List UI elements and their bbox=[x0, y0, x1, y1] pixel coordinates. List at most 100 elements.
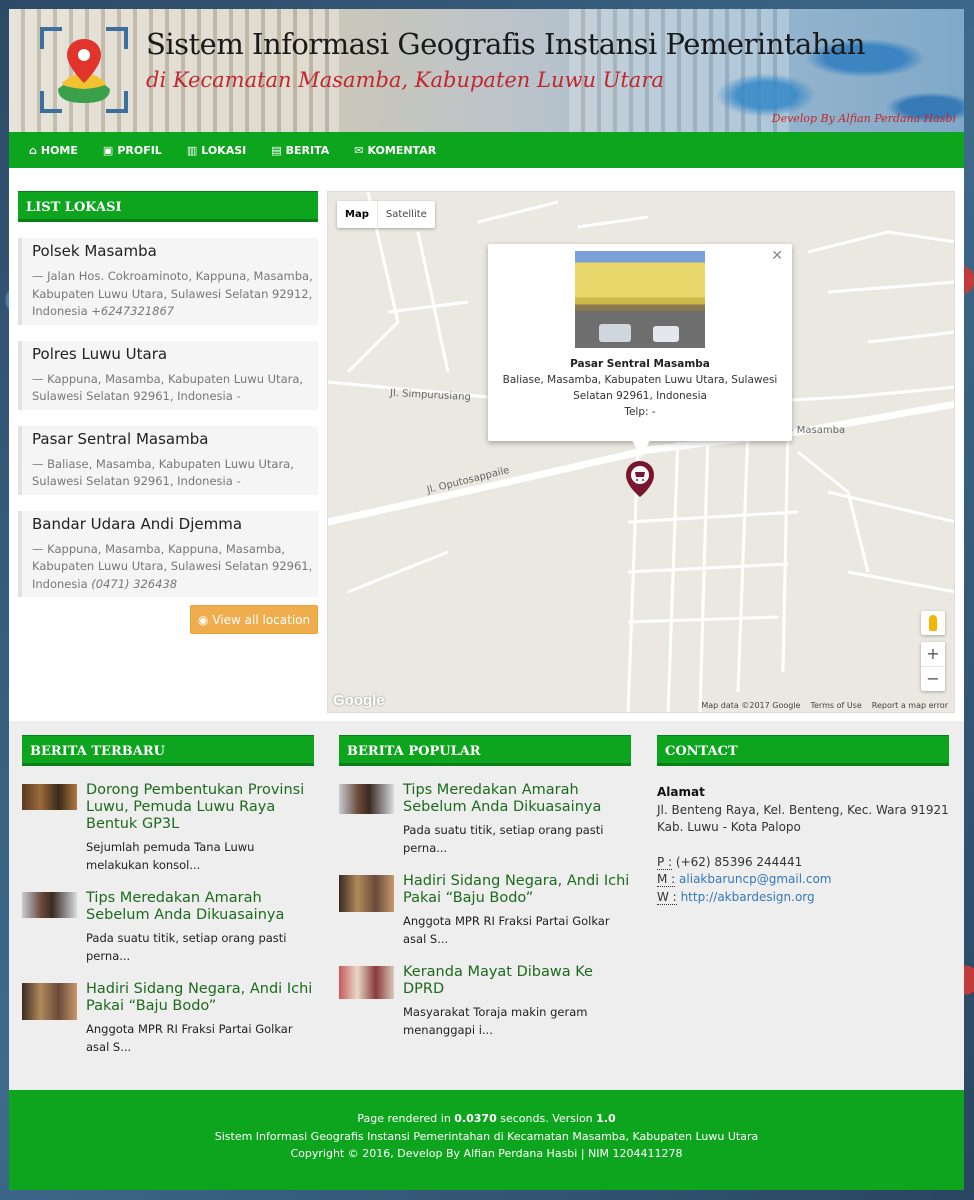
info-phone: Telp: - bbox=[624, 406, 656, 418]
street-view-pegman-icon[interactable] bbox=[921, 611, 945, 635]
footer-site-name: Sistem Informasi Geografis Instansi Peme… bbox=[214, 1129, 759, 1143]
site-title: Sistem Informasi Geografis Instansi Peme… bbox=[146, 27, 865, 61]
news-title[interactable]: Hadiri Sidang Negara, Andi Ichi Pakai “B… bbox=[403, 873, 631, 907]
web-row: W : http://akbardesign.org bbox=[657, 889, 949, 907]
terms-link[interactable]: Terms of Use bbox=[810, 701, 861, 710]
news-excerpt: Pada suatu titik, setiap orang pasti per… bbox=[403, 823, 604, 855]
nav-berita[interactable]: ▤ BERITA bbox=[271, 144, 329, 157]
info-address: Baliase, Masamba, Kabupaten Luwu Utara, … bbox=[502, 374, 778, 402]
google-logo[interactable]: Google bbox=[333, 692, 385, 709]
location-phone: +6247321867 bbox=[91, 304, 175, 318]
map-type-control: Map Satellite bbox=[337, 201, 435, 228]
location-address: — Kappuna, Masamba, Kappuna, Masamba, Ka… bbox=[32, 541, 313, 591]
location-list-heading: LIST LOKASI bbox=[18, 191, 318, 222]
map-icon: ▥ bbox=[186, 143, 198, 157]
news-thumbnail[interactable] bbox=[339, 784, 394, 814]
phone-label: P : bbox=[657, 854, 673, 870]
news-title[interactable]: Tips Meredakan Amarah Sebelum Anda Dikua… bbox=[86, 890, 314, 924]
email-link[interactable]: aliakbaruncp@gmail.com bbox=[679, 872, 831, 886]
site-header: Sistem Informasi Geografis Instansi Peme… bbox=[9, 9, 964, 132]
eye-icon: ◉ bbox=[197, 612, 209, 627]
news-title[interactable]: Keranda Mayat Dibawa Ke DPRD bbox=[403, 964, 631, 998]
location-name[interactable]: Bandar Udara Andi Djemma bbox=[32, 513, 318, 535]
zoom-control: + − bbox=[921, 642, 945, 691]
google-map[interactable]: Jl. Simpurusiang Jl. Oputosappaile - Mas… bbox=[327, 191, 955, 713]
report-error-link[interactable]: Report a map error bbox=[872, 701, 948, 710]
location-address: — Kappuna, Masamba, Kabupaten Luwu Utara… bbox=[32, 371, 304, 404]
popular-news: BERITA POPULAR Tips Meredakan Amarah Seb… bbox=[339, 735, 631, 1039]
briefcase-icon: ▣ bbox=[102, 143, 114, 157]
render-info: Page rendered in 0.0370 seconds. Version… bbox=[357, 1112, 616, 1125]
location-photo bbox=[575, 251, 705, 348]
developer-credit: Develop By Alfian Perdana Hasbi bbox=[771, 112, 956, 125]
footer-copyright: Copyright © 2016, Develop By Alfian Perd… bbox=[290, 1147, 683, 1160]
latest-news: BERITA TERBARU Dorong Pembentukan Provin… bbox=[22, 735, 314, 1056]
news-item[interactable]: Dorong Pembentukan Provinsi Luwu, Pemuda… bbox=[22, 782, 314, 874]
view-all-label: View all location bbox=[212, 612, 311, 627]
web-label: W : bbox=[657, 889, 677, 905]
news-excerpt: Sejumlah pemuda Tana Luwu melakukan kons… bbox=[86, 840, 255, 872]
nav-profil[interactable]: ▣ PROFIL bbox=[103, 144, 162, 157]
location-item[interactable]: Polres Luwu Utara — Kappuna, Masamba, Ka… bbox=[18, 340, 318, 410]
location-item[interactable]: Bandar Udara Andi Djemma — Kappuna, Masa… bbox=[18, 510, 318, 597]
place-label: - Masamba bbox=[790, 425, 846, 436]
nav-profil-label: PROFIL bbox=[117, 143, 162, 157]
location-phone: - bbox=[236, 474, 241, 488]
nav-lokasi[interactable]: ▥ LOKASI bbox=[187, 144, 246, 157]
location-phone: - bbox=[236, 389, 241, 403]
home-icon: ⌂ bbox=[29, 143, 37, 157]
nav-lokasi-label: LOKASI bbox=[201, 143, 247, 157]
nav-home[interactable]: ⌂ HOME bbox=[29, 144, 78, 157]
address-text: Jl. Benteng Raya, Kel. Benteng, Kec. War… bbox=[657, 802, 949, 835]
news-item[interactable]: Hadiri Sidang Negara, Andi Ichi Pakai “B… bbox=[22, 981, 314, 1056]
latest-news-heading: BERITA TERBARU bbox=[22, 735, 314, 766]
location-name[interactable]: Polsek Masamba bbox=[32, 240, 318, 262]
location-name[interactable]: Polres Luwu Utara bbox=[32, 343, 318, 365]
site-logo[interactable] bbox=[40, 27, 128, 113]
news-item[interactable]: Hadiri Sidang Negara, Andi Ichi Pakai “B… bbox=[339, 873, 631, 948]
website-link[interactable]: http://akbardesign.org bbox=[681, 890, 815, 904]
view-all-location-button[interactable]: ◉ View all location bbox=[190, 605, 318, 634]
info-title: Pasar Sentral Masamba bbox=[570, 358, 710, 370]
page: Sistem Informasi Geografis Instansi Peme… bbox=[9, 9, 964, 1190]
render-time: 0.0370 bbox=[454, 1112, 497, 1125]
zoom-in-button[interactable]: + bbox=[921, 642, 945, 667]
comments-icon: ✉ bbox=[354, 143, 364, 157]
news-thumbnail[interactable] bbox=[22, 892, 77, 918]
map-type-satellite-button[interactable]: Satellite bbox=[378, 201, 435, 228]
news-excerpt: Pada suatu titik, setiap orang pasti per… bbox=[86, 931, 287, 963]
close-icon[interactable]: ✕ bbox=[771, 248, 783, 264]
nav-komentar[interactable]: ✉ KOMENTAR bbox=[354, 144, 436, 157]
location-item[interactable]: Pasar Sentral Masamba — Baliase, Masamba… bbox=[18, 425, 318, 495]
news-thumbnail[interactable] bbox=[339, 875, 394, 912]
nav-komentar-label: KOMENTAR bbox=[367, 143, 437, 157]
info-window-tail bbox=[632, 440, 650, 458]
contact-details: Alamat Jl. Benteng Raya, Kel. Benteng, K… bbox=[657, 766, 949, 906]
news-thumbnail[interactable] bbox=[22, 784, 77, 810]
map-marker-shop-icon[interactable] bbox=[625, 460, 655, 498]
news-title[interactable]: Dorong Pembentukan Provinsi Luwu, Pemuda… bbox=[86, 782, 314, 833]
mail-row: M : aliakbaruncp@gmail.com bbox=[657, 871, 949, 889]
news-excerpt: Anggota MPR RI Fraksi Partai Golkar asal… bbox=[86, 1022, 293, 1054]
news-title[interactable]: Hadiri Sidang Negara, Andi Ichi Pakai “B… bbox=[86, 981, 314, 1015]
news-item[interactable]: Tips Meredakan Amarah Sebelum Anda Dikua… bbox=[339, 782, 631, 857]
news-thumbnail[interactable] bbox=[339, 966, 394, 999]
address-label: Alamat bbox=[657, 785, 705, 799]
location-address: — Baliase, Masamba, Kabupaten Luwu Utara… bbox=[32, 456, 294, 489]
newspaper-icon: ▤ bbox=[271, 143, 282, 157]
mail-label: M : bbox=[657, 872, 676, 887]
main-nav: ⌂ HOME ▣ PROFIL ▥ LOKASI ▤ BERITA ✉ KOME… bbox=[9, 132, 964, 168]
news-item[interactable]: Tips Meredakan Amarah Sebelum Anda Dikua… bbox=[22, 890, 314, 965]
location-address: — Jalan Hos. Cokroaminoto, Kappuna, Masa… bbox=[32, 269, 313, 318]
contact-section: CONTACT Alamat Jl. Benteng Raya, Kel. Be… bbox=[657, 735, 949, 906]
news-excerpt: Masyarakat Toraja makin geram menanggapi… bbox=[403, 1005, 588, 1037]
news-title[interactable]: Tips Meredakan Amarah Sebelum Anda Dikua… bbox=[403, 782, 631, 816]
news-thumbnail[interactable] bbox=[22, 983, 77, 1020]
zoom-out-button[interactable]: − bbox=[921, 667, 945, 691]
main-content: LIST LOKASI Polsek Masamba — Jalan Hos. … bbox=[9, 168, 964, 721]
location-item[interactable]: Polsek Masamba — Jalan Hos. Cokroaminoto… bbox=[18, 238, 318, 325]
map-type-map-button[interactable]: Map bbox=[337, 201, 378, 228]
news-item[interactable]: Keranda Mayat Dibawa Ke DPRD Masyarakat … bbox=[339, 964, 631, 1039]
version: 1.0 bbox=[596, 1112, 616, 1125]
location-name[interactable]: Pasar Sentral Masamba bbox=[32, 428, 318, 450]
